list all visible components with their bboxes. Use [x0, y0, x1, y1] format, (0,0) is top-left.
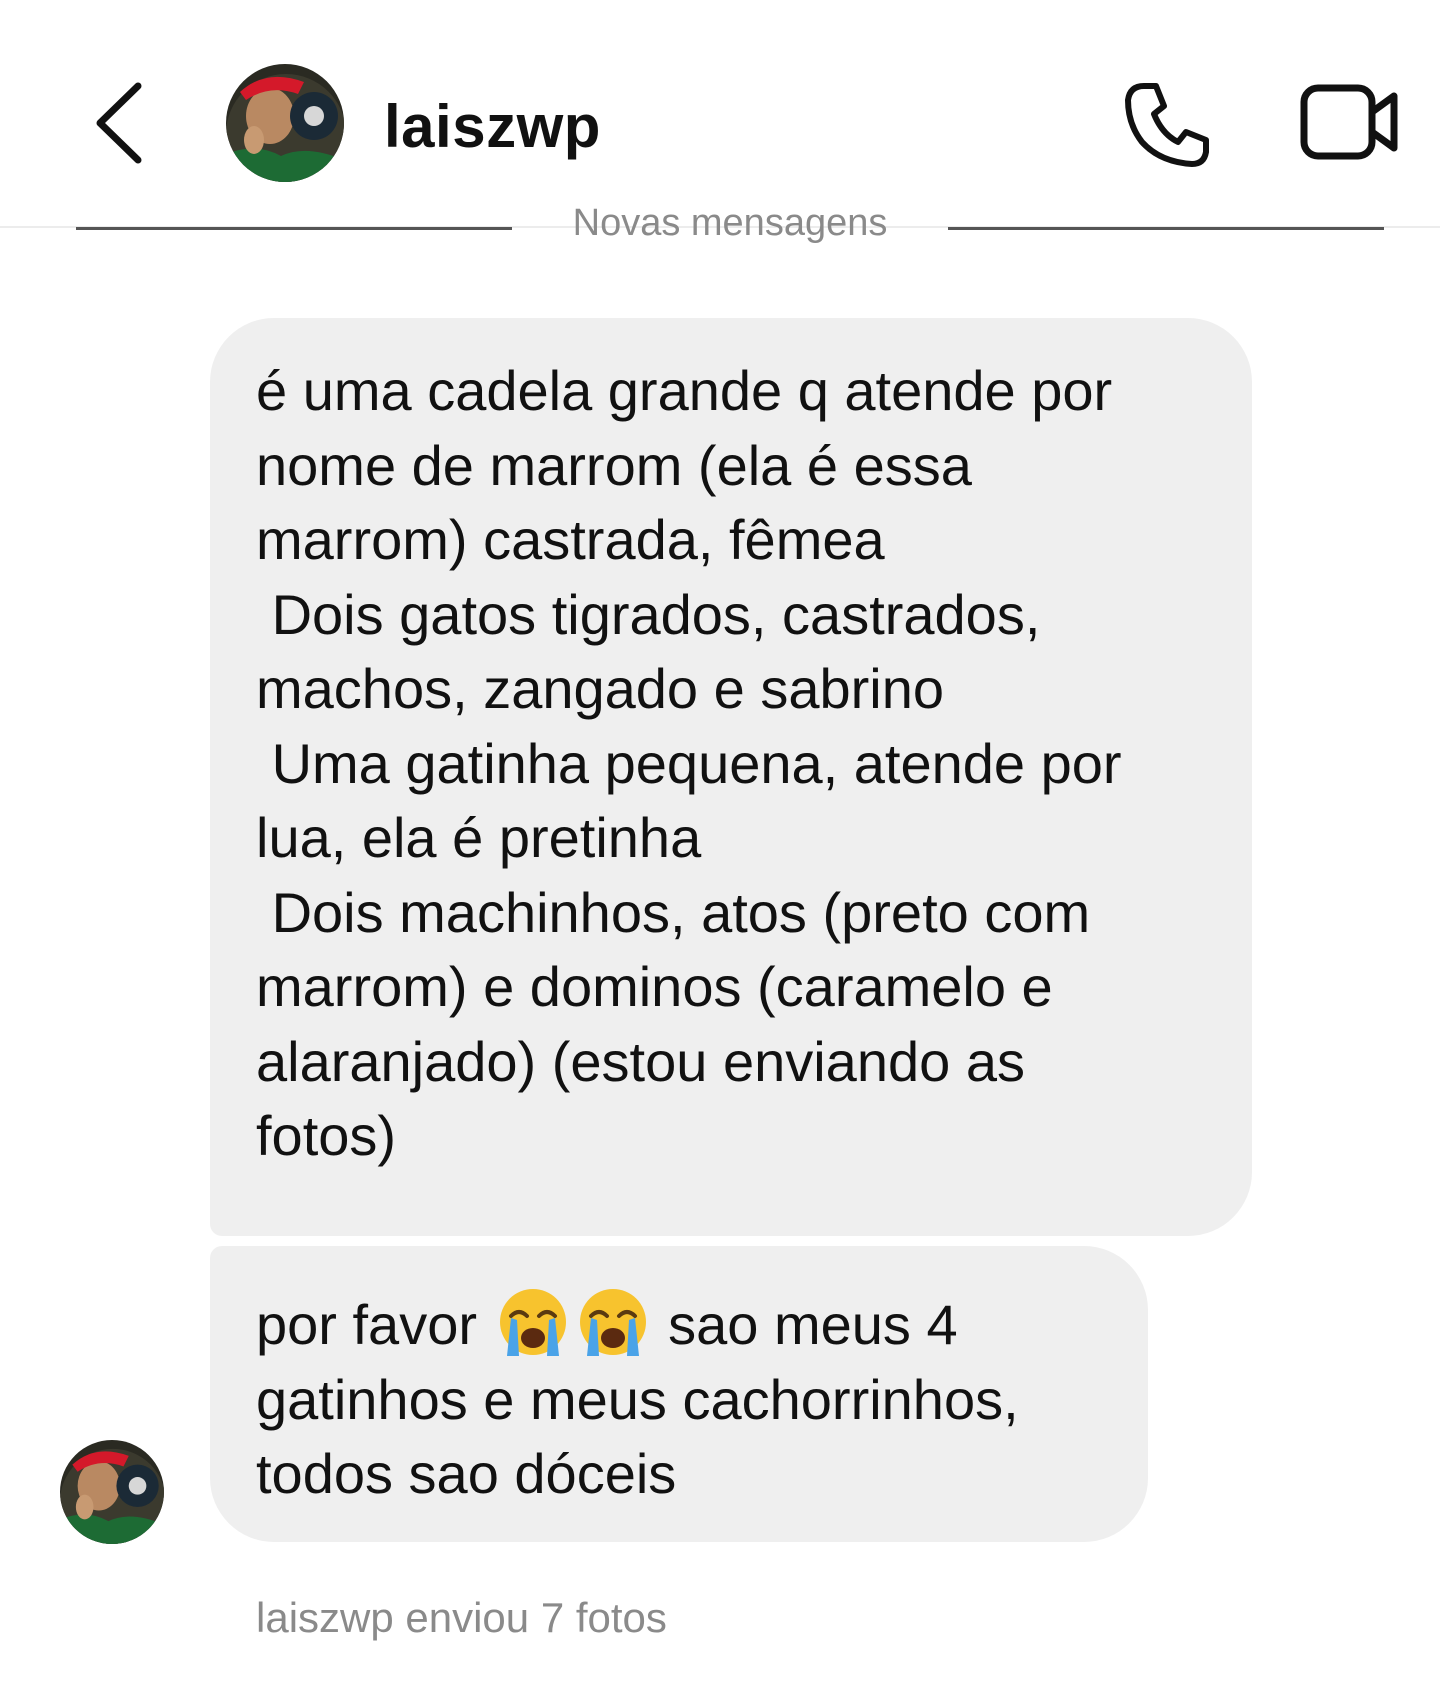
message-bubble[interactable]: é uma cadela grande q atende por nome de…: [210, 318, 1252, 1236]
avatar[interactable]: [226, 64, 344, 182]
video-camera-icon: [1300, 84, 1398, 160]
message-text: sao meus 4: [652, 1293, 958, 1356]
divider-line-right: [948, 227, 1384, 230]
audio-call-button[interactable]: [1122, 80, 1212, 170]
chat-username[interactable]: laiszwp: [384, 92, 601, 161]
message-text: por favor: [256, 1293, 477, 1356]
message-text: gatinhos e meus cachorrinhos, todos sao …: [256, 1367, 1019, 1506]
message-bubble[interactable]: por favor sao meus 4 gatinhos e meus cac…: [210, 1246, 1148, 1542]
chat-header: laiszwp: [0, 0, 1440, 228]
photos-sent-notice: laiszwp enviou 7 fotos: [256, 1594, 667, 1641]
chevron-left-icon: [96, 82, 142, 164]
back-button[interactable]: [88, 78, 158, 168]
divider-line-left: [76, 227, 512, 230]
sender-avatar[interactable]: [60, 1440, 164, 1544]
loudly-crying-face-icon: [579, 1289, 646, 1356]
phone-icon: [1125, 83, 1209, 167]
new-messages-divider: Novas mensagens: [0, 202, 1440, 248]
loudly-crying-face-icon: [499, 1289, 566, 1356]
video-call-button[interactable]: [1300, 82, 1402, 162]
new-messages-label: Novas mensagens: [572, 202, 888, 244]
